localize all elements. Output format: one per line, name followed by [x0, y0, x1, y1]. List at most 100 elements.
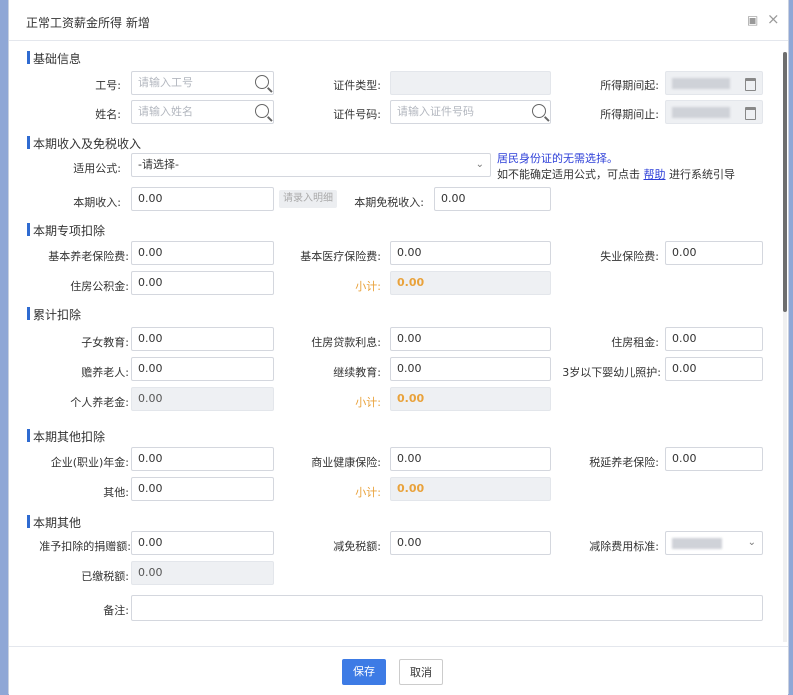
- cancel-button[interactable]: 取消: [399, 659, 443, 685]
- id-no-input[interactable]: 请输入证件号码: [390, 100, 551, 124]
- scrollbar-thumb[interactable]: [783, 52, 787, 312]
- blurred-value: [672, 538, 722, 549]
- formula-hint-tail: 进行系统引导: [669, 168, 735, 181]
- formula-hint-blue: 居民身份证的无需选择。: [497, 152, 618, 165]
- personal-pension-field: 0.00: [131, 387, 274, 411]
- section-basic: 基础信息: [26, 51, 82, 66]
- income-input[interactable]: 0.00: [131, 187, 274, 211]
- tax-deferred-input[interactable]: 0.00: [665, 447, 763, 471]
- other-input[interactable]: 0.00: [131, 477, 274, 501]
- children-edu-label: 子女教育:: [81, 336, 129, 349]
- section-income: 本期收入及免税收入: [26, 136, 142, 151]
- tax-free-input[interactable]: 0.00: [434, 187, 551, 211]
- section-other: 本期其他: [26, 515, 82, 530]
- search-icon[interactable]: [255, 75, 269, 89]
- expense-std-select[interactable]: ⌄: [665, 531, 763, 555]
- period-end-field[interactable]: [665, 100, 763, 124]
- calendar-icon[interactable]: [745, 107, 756, 120]
- chevron-down-icon: ⌄: [747, 537, 756, 548]
- donation-input[interactable]: 0.00: [131, 531, 274, 555]
- health-ins-label: 商业健康保险:: [311, 456, 381, 469]
- special-subtotal-value: 0.00: [397, 276, 425, 289]
- annuity-label: 企业(职业)年金:: [50, 456, 129, 469]
- special-subtotal-field: 0.00: [390, 271, 551, 295]
- tax-free-label: 本期免税收入:: [354, 196, 424, 209]
- section-cumulative: 累计扣除: [26, 307, 82, 322]
- period-start-label: 所得期间起:: [600, 79, 659, 92]
- id-type-label: 证件类型:: [333, 79, 381, 92]
- period-start-field[interactable]: [665, 71, 763, 95]
- formula-select[interactable]: -请选择- ⌄: [131, 153, 491, 177]
- infant-care-input[interactable]: 0.00: [665, 357, 763, 381]
- chevron-down-icon: ⌄: [475, 159, 484, 170]
- cumulative-subtotal-label: 小计:: [355, 396, 381, 409]
- section-other-deduction: 本期其他扣除: [26, 429, 106, 444]
- formula-select-value: -请选择-: [138, 158, 179, 171]
- annuity-input[interactable]: 0.00: [131, 447, 274, 471]
- id-type-field: [390, 71, 551, 95]
- medical-input[interactable]: 0.00: [390, 241, 551, 265]
- detail-entry-button[interactable]: 请录入明细: [279, 190, 337, 208]
- calendar-icon[interactable]: [745, 78, 756, 91]
- housing-fund-input[interactable]: 0.00: [131, 271, 274, 295]
- elderly-label: 赡养老人:: [81, 366, 129, 379]
- tax-relief-label: 减免税额:: [333, 540, 381, 553]
- blurred-value: [672, 107, 730, 118]
- pension-input[interactable]: 0.00: [131, 241, 274, 265]
- scrollbar[interactable]: [783, 52, 787, 642]
- mortgage-input[interactable]: 0.00: [390, 327, 551, 351]
- cumulative-subtotal-field: 0.00: [390, 387, 551, 411]
- paid-tax-field: 0.00: [131, 561, 274, 585]
- unemployment-input[interactable]: 0.00: [665, 241, 763, 265]
- dialog-title: 正常工资薪金所得 新增: [26, 16, 150, 30]
- blurred-value: [672, 78, 730, 89]
- close-icon[interactable]: ×: [767, 10, 780, 28]
- section-special: 本期专项扣除: [26, 223, 106, 238]
- other-subtotal-field: 0.00: [390, 477, 551, 501]
- other-label: 其他:: [103, 486, 129, 499]
- dialog-footer: 保存 取消: [9, 646, 788, 695]
- personal-pension-label: 个人养老金:: [70, 396, 129, 409]
- continuing-edu-label: 继续教育:: [333, 366, 381, 379]
- cumulative-subtotal-value: 0.00: [397, 392, 425, 405]
- other-subtotal-label: 小计:: [355, 486, 381, 499]
- help-link[interactable]: 帮助: [644, 168, 666, 181]
- rent-input[interactable]: 0.00: [665, 327, 763, 351]
- remark-input[interactable]: [131, 595, 763, 621]
- formula-hint-text: 如不能确定适用公式，可点击: [497, 168, 640, 181]
- other-subtotal-value: 0.00: [397, 482, 425, 495]
- paid-tax-label: 已缴税额:: [81, 570, 129, 583]
- name-input[interactable]: 请输入姓名: [131, 100, 274, 124]
- formula-label: 适用公式:: [73, 162, 121, 175]
- income-label: 本期收入:: [73, 196, 121, 209]
- remark-label: 备注:: [103, 604, 129, 617]
- formula-hint: 如不能确定适用公式，可点击 帮助 进行系统引导: [497, 166, 735, 182]
- tax-relief-input[interactable]: 0.00: [390, 531, 551, 555]
- donation-label: 准予扣除的捐赠额:: [39, 540, 131, 553]
- tax-deferred-label: 税延养老保险:: [589, 456, 659, 469]
- mortgage-label: 住房贷款利息:: [311, 336, 381, 349]
- id-no-placeholder: 请输入证件号码: [397, 105, 474, 118]
- period-end-label: 所得期间止:: [600, 108, 659, 121]
- special-subtotal-label: 小计:: [355, 280, 381, 293]
- search-icon[interactable]: [532, 104, 546, 118]
- emp-no-placeholder: 请输入工号: [138, 76, 193, 89]
- infant-care-label: 3岁以下婴幼儿照护:: [562, 366, 661, 379]
- children-edu-input[interactable]: 0.00: [131, 327, 274, 351]
- health-ins-input[interactable]: 0.00: [390, 447, 551, 471]
- restore-icon[interactable]: ▣: [747, 13, 758, 27]
- medical-label: 基本医疗保险费:: [300, 250, 381, 263]
- dialog: 正常工资薪金所得 新增 ▣ × 基础信息 工号: 请输入工号 证件类型: 所得期…: [8, 0, 789, 695]
- name-label: 姓名:: [95, 108, 121, 121]
- rent-label: 住房租金:: [611, 336, 659, 349]
- emp-no-input[interactable]: 请输入工号: [131, 71, 274, 95]
- housing-fund-label: 住房公积金:: [70, 280, 129, 293]
- expense-std-label: 减除费用标准:: [589, 540, 659, 553]
- id-no-label: 证件号码:: [333, 108, 381, 121]
- elderly-input[interactable]: 0.00: [131, 357, 274, 381]
- name-placeholder: 请输入姓名: [138, 105, 193, 118]
- save-button[interactable]: 保存: [342, 659, 386, 685]
- continuing-edu-input[interactable]: 0.00: [390, 357, 551, 381]
- form-content: 基础信息 工号: 请输入工号 证件类型: 所得期间起: 姓名: 请输入姓名 证件…: [9, 40, 788, 646]
- search-icon[interactable]: [255, 104, 269, 118]
